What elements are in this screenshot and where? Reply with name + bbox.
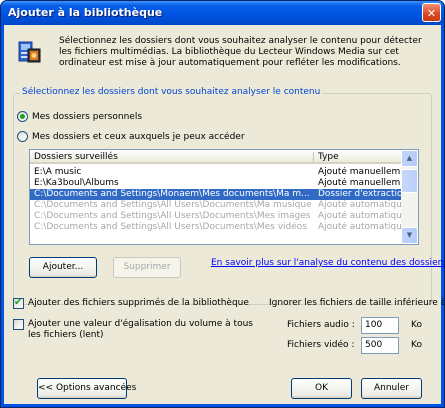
- remove-button[interactable]: Supprimer: [113, 257, 181, 278]
- list-item[interactable]: E:\A music Ajouté manuellement: [30, 167, 402, 178]
- dialog-body: Sélectionnez les dossiers dont vous souh…: [4, 25, 444, 404]
- volume-leveling-line2: les fichiers (lent): [28, 330, 104, 340]
- checkbox-checked[interactable]: [13, 297, 24, 309]
- media-library-icon: [18, 41, 41, 63]
- folder-path: C:\Documents and Settings\All Users\Docu…: [34, 200, 312, 210]
- add-deleted-label: Ajouter des fichiers supprimés de la bib…: [28, 298, 249, 308]
- add-button[interactable]: Ajouter...: [29, 257, 97, 278]
- close-button[interactable]: ✕: [422, 3, 441, 22]
- radio-button[interactable]: [17, 131, 28, 142]
- radio-my-folders[interactable]: Mes dossiers personnels: [17, 111, 142, 122]
- size-filter-title: Ignorer les fichiers de taille inférieur…: [269, 298, 445, 308]
- scroll-thumb[interactable]: [401, 169, 418, 193]
- advanced-options-button[interactable]: << Options avancées: [37, 378, 136, 399]
- remove-button-label: Supprimer: [123, 262, 171, 272]
- learn-more-link[interactable]: En savoir plus sur l'analyse du contenu …: [211, 258, 444, 268]
- list-item-selected[interactable]: C:\Documents and Settings\Monaem\Mes doc…: [30, 189, 402, 200]
- volume-leveling-line1: Ajouter une valeur d'égalisation du volu…: [28, 319, 253, 329]
- chevron-down-icon: ▼: [406, 231, 413, 239]
- cancel-button-label: Annuler: [373, 383, 409, 393]
- folder-type: Ajouté automatiqu...: [318, 211, 402, 221]
- checkbox-volume-leveling[interactable]: Ajouter une valeur d'égalisation du volu…: [13, 319, 253, 341]
- list-item[interactable]: C:\Documents and Settings\All Users\Docu…: [30, 222, 402, 233]
- checkbox[interactable]: [13, 319, 24, 330]
- folder-type: Ajouté automatiqu...: [318, 222, 402, 232]
- list-header: Dossiers surveillés Type: [30, 150, 402, 164]
- video-size-unit: Ko: [411, 340, 422, 350]
- title-bar[interactable]: Ajouter à la bibliothèque ✕: [1, 1, 444, 25]
- folder-type: Dossier d'extraction: [318, 189, 402, 199]
- intro-text: Sélectionnez les dossiers dont vous souh…: [59, 36, 422, 68]
- list-item[interactable]: C:\Documents and Settings\All Users\Docu…: [30, 211, 402, 222]
- folder-type: Ajouté manuellement: [318, 178, 402, 188]
- radio-button-checked[interactable]: [17, 111, 28, 122]
- advanced-options-label: << Options avancées: [38, 383, 137, 393]
- folder-path: C:\Documents and Settings\All Users\Docu…: [34, 222, 307, 232]
- add-button-label: Ajouter...: [42, 262, 84, 272]
- audio-size-unit: Ko: [411, 320, 422, 330]
- ok-button[interactable]: OK: [291, 378, 352, 399]
- video-size-input[interactable]: 500: [361, 337, 399, 354]
- column-header-type[interactable]: Type: [318, 152, 339, 162]
- scroll-up-button[interactable]: ▲: [401, 150, 418, 167]
- list-item[interactable]: E:\Ka3boul\Albums Ajouté manuellement: [30, 178, 402, 189]
- folder-path: C:\Documents and Settings\Monaem\Mes doc…: [34, 189, 310, 199]
- monitored-folders-list[interactable]: Dossiers surveillés Type E:\A music Ajou…: [29, 149, 419, 245]
- folder-path: E:\A music: [34, 167, 82, 177]
- folder-path: C:\Documents and Settings\All Users\Docu…: [34, 211, 311, 221]
- vertical-scrollbar[interactable]: ▲ ▼: [401, 150, 418, 244]
- radio-all-folders-label: Mes dossiers et ceux auxquels je peux ac…: [32, 131, 245, 142]
- radio-my-folders-label: Mes dossiers personnels: [32, 111, 143, 122]
- audio-size-input[interactable]: 100: [361, 317, 399, 334]
- chevron-up-icon: ▲: [406, 154, 413, 162]
- audio-size-label: Fichiers audio :: [287, 320, 355, 330]
- cancel-button[interactable]: Annuler: [361, 378, 422, 399]
- ok-button-label: OK: [315, 383, 328, 393]
- close-icon: ✕: [426, 7, 437, 20]
- radio-all-accessible-folders[interactable]: Mes dossiers et ceux auxquels je peux ac…: [17, 131, 245, 142]
- checkbox-add-deleted-files[interactable]: Ajouter des fichiers supprimés de la bib…: [13, 297, 249, 309]
- window-title: Ajouter à la bibliothèque: [8, 6, 163, 19]
- folders-group-title: Sélectionnez les dossiers dont vous souh…: [20, 87, 323, 97]
- video-size-label: Fichiers vidéo :: [287, 340, 355, 350]
- folder-type: Ajouté automatiqu...: [318, 200, 402, 210]
- scroll-down-button[interactable]: ▼: [401, 227, 418, 244]
- folder-type: Ajouté manuellement: [318, 167, 402, 177]
- list-item[interactable]: C:\Documents and Settings\All Users\Docu…: [30, 200, 402, 211]
- folder-path: E:\Ka3boul\Albums: [34, 178, 119, 188]
- add-to-library-dialog: Ajouter à la bibliothèque ✕ Sélectionnez…: [0, 0, 445, 408]
- column-header-folders[interactable]: Dossiers surveillés: [34, 152, 118, 162]
- volume-leveling-label: Ajouter une valeur d'égalisation du volu…: [28, 319, 253, 341]
- column-divider[interactable]: [313, 152, 314, 162]
